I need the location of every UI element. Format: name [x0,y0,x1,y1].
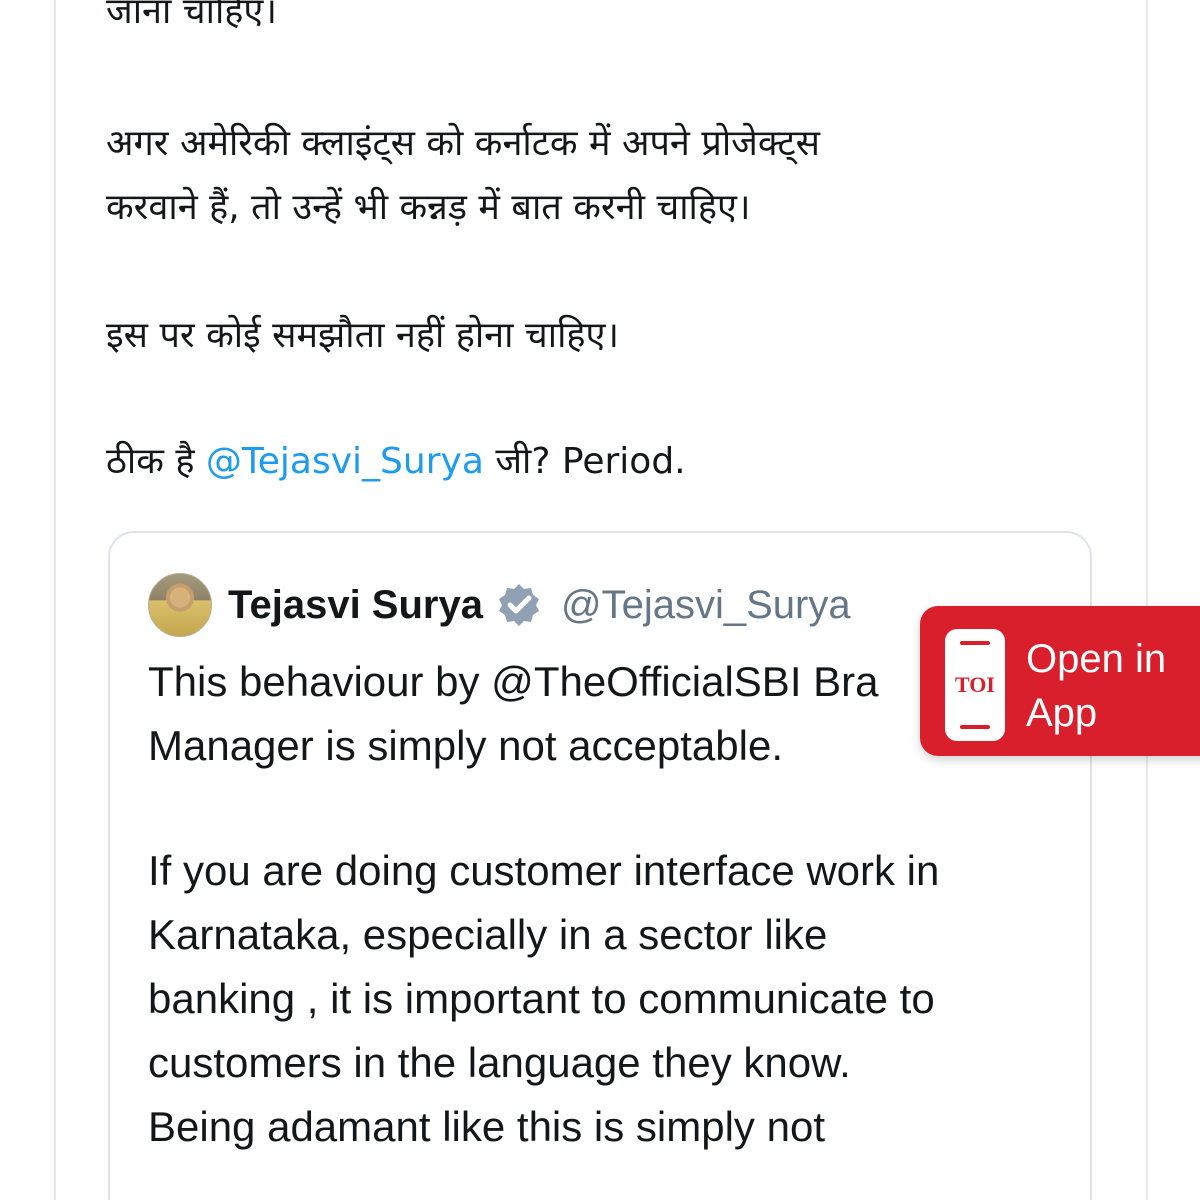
quoted-text-line: customers in the language they know. [148,1039,851,1086]
display-name[interactable]: Tejasvi Surya [228,583,483,628]
quoted-tweet-header: Tejasvi Surya @Tejasvi_Surya [148,573,851,637]
tweet-line: करवाने हैं, तो उन्हें भी कन्नड़ में बात … [106,187,751,228]
avatar[interactable] [148,573,212,637]
tweet-final-line: ठीक है @Tejasvi_Surya जी? Period. [106,430,686,494]
quoted-text-line: This behaviour by @TheOfficialSBI Bra [148,658,879,705]
handle[interactable]: @Tejasvi_Surya [561,583,851,628]
mention-link[interactable]: @Tejasvi_Surya [206,441,484,482]
phone-home-bar [960,725,990,729]
tweet-line: इस पर कोई समझौता नहीं होना चाहिए। [106,315,620,356]
phone-icon: TOI [945,629,1005,741]
verified-badge-icon [498,584,539,626]
phone-speaker [960,641,990,645]
quoted-text-line: Manager is simply not acceptable. [148,722,783,769]
tweet-final-suffix: जी? Period. [483,441,686,482]
tweet-line: जाना चाहिए। [106,0,277,32]
toi-logo-text: TOI [955,672,995,697]
tweet-final-prefix: ठीक है [106,441,206,482]
quoted-text-line: banking , it is important to communicate… [148,975,935,1022]
quoted-text-line: If you are doing customer interface work… [148,847,940,894]
open-in-app-button[interactable]: TOI Open in App [920,606,1200,756]
quoted-text-line: Karnataka, especially in a sector like [148,911,828,958]
tweet-screenshot-page: जाना चाहिए। अगर अमेरिकी क्लाइंट्स को कर्… [0,0,1200,1200]
quoted-text-line: Being adamant like this is simply not [148,1103,825,1150]
open-in-app-label: Open in App [1026,637,1167,735]
tweet-line: अगर अमेरिकी क्लाइंट्स को कर्नाटक में अपन… [106,123,820,164]
